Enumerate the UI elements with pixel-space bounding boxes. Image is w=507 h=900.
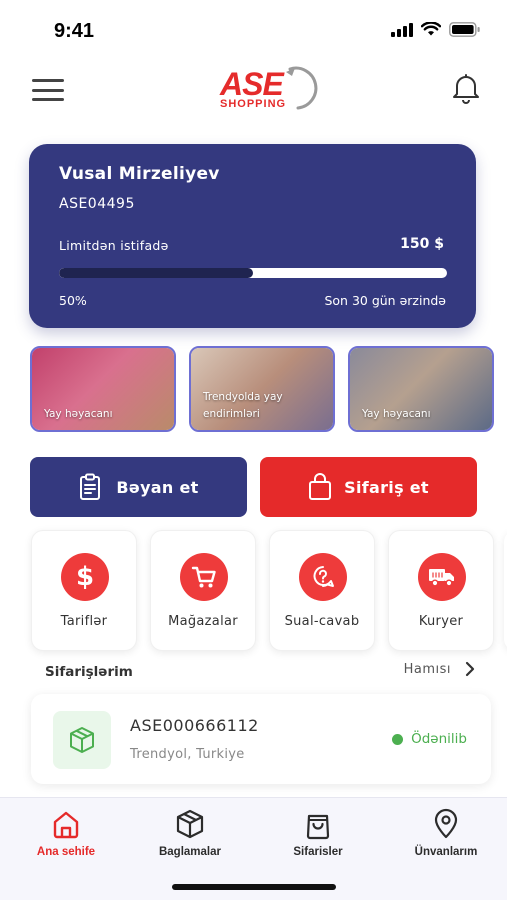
order-button-label: Sifariş et <box>344 477 429 497</box>
order-code: ASE000666112 <box>130 716 259 735</box>
orders-section-title: Sifarişlərim <box>45 664 133 680</box>
chevron-right-icon <box>465 661 475 677</box>
nav-label: Baglamalar <box>158 846 221 858</box>
tile-label: Kuryer <box>418 614 464 629</box>
cellular-signal-icon <box>391 22 413 37</box>
menu-icon-line <box>32 88 64 92</box>
location-pin-icon <box>434 808 458 839</box>
question-chat-icon <box>299 553 347 601</box>
clipboard-icon <box>80 473 101 500</box>
user-name: Vusal Mirzeliyev <box>59 164 220 184</box>
tile-courier[interactable]: Kuryer <box>388 530 494 651</box>
tile-tariffs[interactable]: $ Tariflər <box>31 530 137 651</box>
order-item[interactable]: ASE000666112 Trendyol, Turkiye Ödənilib <box>31 694 491 784</box>
logo-subtext: SHOPPING <box>220 98 287 110</box>
shopping-bag-icon <box>309 473 332 500</box>
cart-icon <box>180 553 228 601</box>
status-bar: 9:41 <box>0 0 507 62</box>
order-store: Trendyol, Turkiye <box>130 747 245 762</box>
declare-button-label: Bəyan et <box>116 477 199 497</box>
home-indicator <box>172 884 336 890</box>
menu-icon-line <box>32 79 64 82</box>
dollar-icon: $ <box>61 553 109 601</box>
menu-icon-line <box>32 98 64 101</box>
promo-banner[interactable]: Yay həyacanı <box>348 346 494 432</box>
package-icon <box>53 711 111 769</box>
menu-button[interactable] <box>32 76 64 104</box>
tile-label: Tariflər <box>60 614 108 629</box>
tile-faq[interactable]: Sual-cavab <box>269 530 375 651</box>
package-icon <box>176 809 204 839</box>
nav-label: Sifarisler <box>293 846 343 858</box>
nav-item-packages[interactable]: Baglamalar <box>135 808 245 864</box>
order-status-label: Ödənilib <box>411 731 467 747</box>
nav-item-addresses[interactable]: Ünvanlarım <box>391 808 501 864</box>
status-icons <box>391 22 481 37</box>
limit-percent: 50% <box>59 293 87 308</box>
nav-label: Ana sehife <box>36 846 96 858</box>
app-header: ASE SHOPPING <box>0 62 507 118</box>
status-time: 9:41 <box>54 20 95 42</box>
nav-label: Ünvanlarım <box>414 846 478 858</box>
banner-text: Yay həyacanı <box>362 407 431 420</box>
order-button[interactable]: Sifariş et <box>260 457 477 517</box>
user-code: ASE04495 <box>59 196 135 212</box>
promo-banner[interactable]: Yay həyacanı <box>30 346 176 432</box>
limit-period: Son 30 gün ərzində <box>324 293 446 308</box>
home-icon <box>53 811 79 839</box>
tile-label: Sual-cavab <box>284 614 360 629</box>
promo-banner[interactable]: Trendyolda yay endirimləri <box>189 346 335 432</box>
see-all-orders-link[interactable]: Hamısı <box>404 661 475 677</box>
truck-icon <box>418 553 466 601</box>
banner-text: Trendyolda yay endirimləri <box>203 391 283 420</box>
ase-shopping-logo: ASE SHOPPING <box>218 64 324 116</box>
shopping-bag-icon <box>306 814 330 840</box>
notifications-button[interactable] <box>451 72 481 104</box>
wifi-icon <box>421 22 441 36</box>
tile-stores[interactable]: Mağazalar <box>150 530 256 651</box>
see-all-label: Hamısı <box>403 661 451 677</box>
banner-text: Yay həyacanı <box>44 407 113 420</box>
bell-icon <box>453 74 479 104</box>
quick-access-tiles: $ Tariflər Mağazalar Sual-cavab Kuryer <box>31 530 507 651</box>
limit-value: 150 $ <box>400 236 444 252</box>
declare-button[interactable]: Bəyan et <box>30 457 247 517</box>
status-dot <box>392 733 404 745</box>
limit-progress-fill <box>59 268 253 278</box>
promo-banners: Yay həyacanı Trendyolda yay endirimləri … <box>30 346 506 432</box>
limit-label: Limitdən istifadə <box>59 238 169 253</box>
order-status-badge: Ödənilib <box>392 731 467 747</box>
battery-icon <box>449 22 480 37</box>
account-limit-card[interactable]: Vusal Mirzeliyev ASE04495 Limitdən istif… <box>29 144 476 328</box>
tile-label: Mağazalar <box>168 614 238 629</box>
nav-item-orders[interactable]: Sifarisler <box>263 808 373 864</box>
nav-item-home[interactable]: Ana sehife <box>11 808 121 864</box>
limit-progress-bar <box>59 268 447 278</box>
